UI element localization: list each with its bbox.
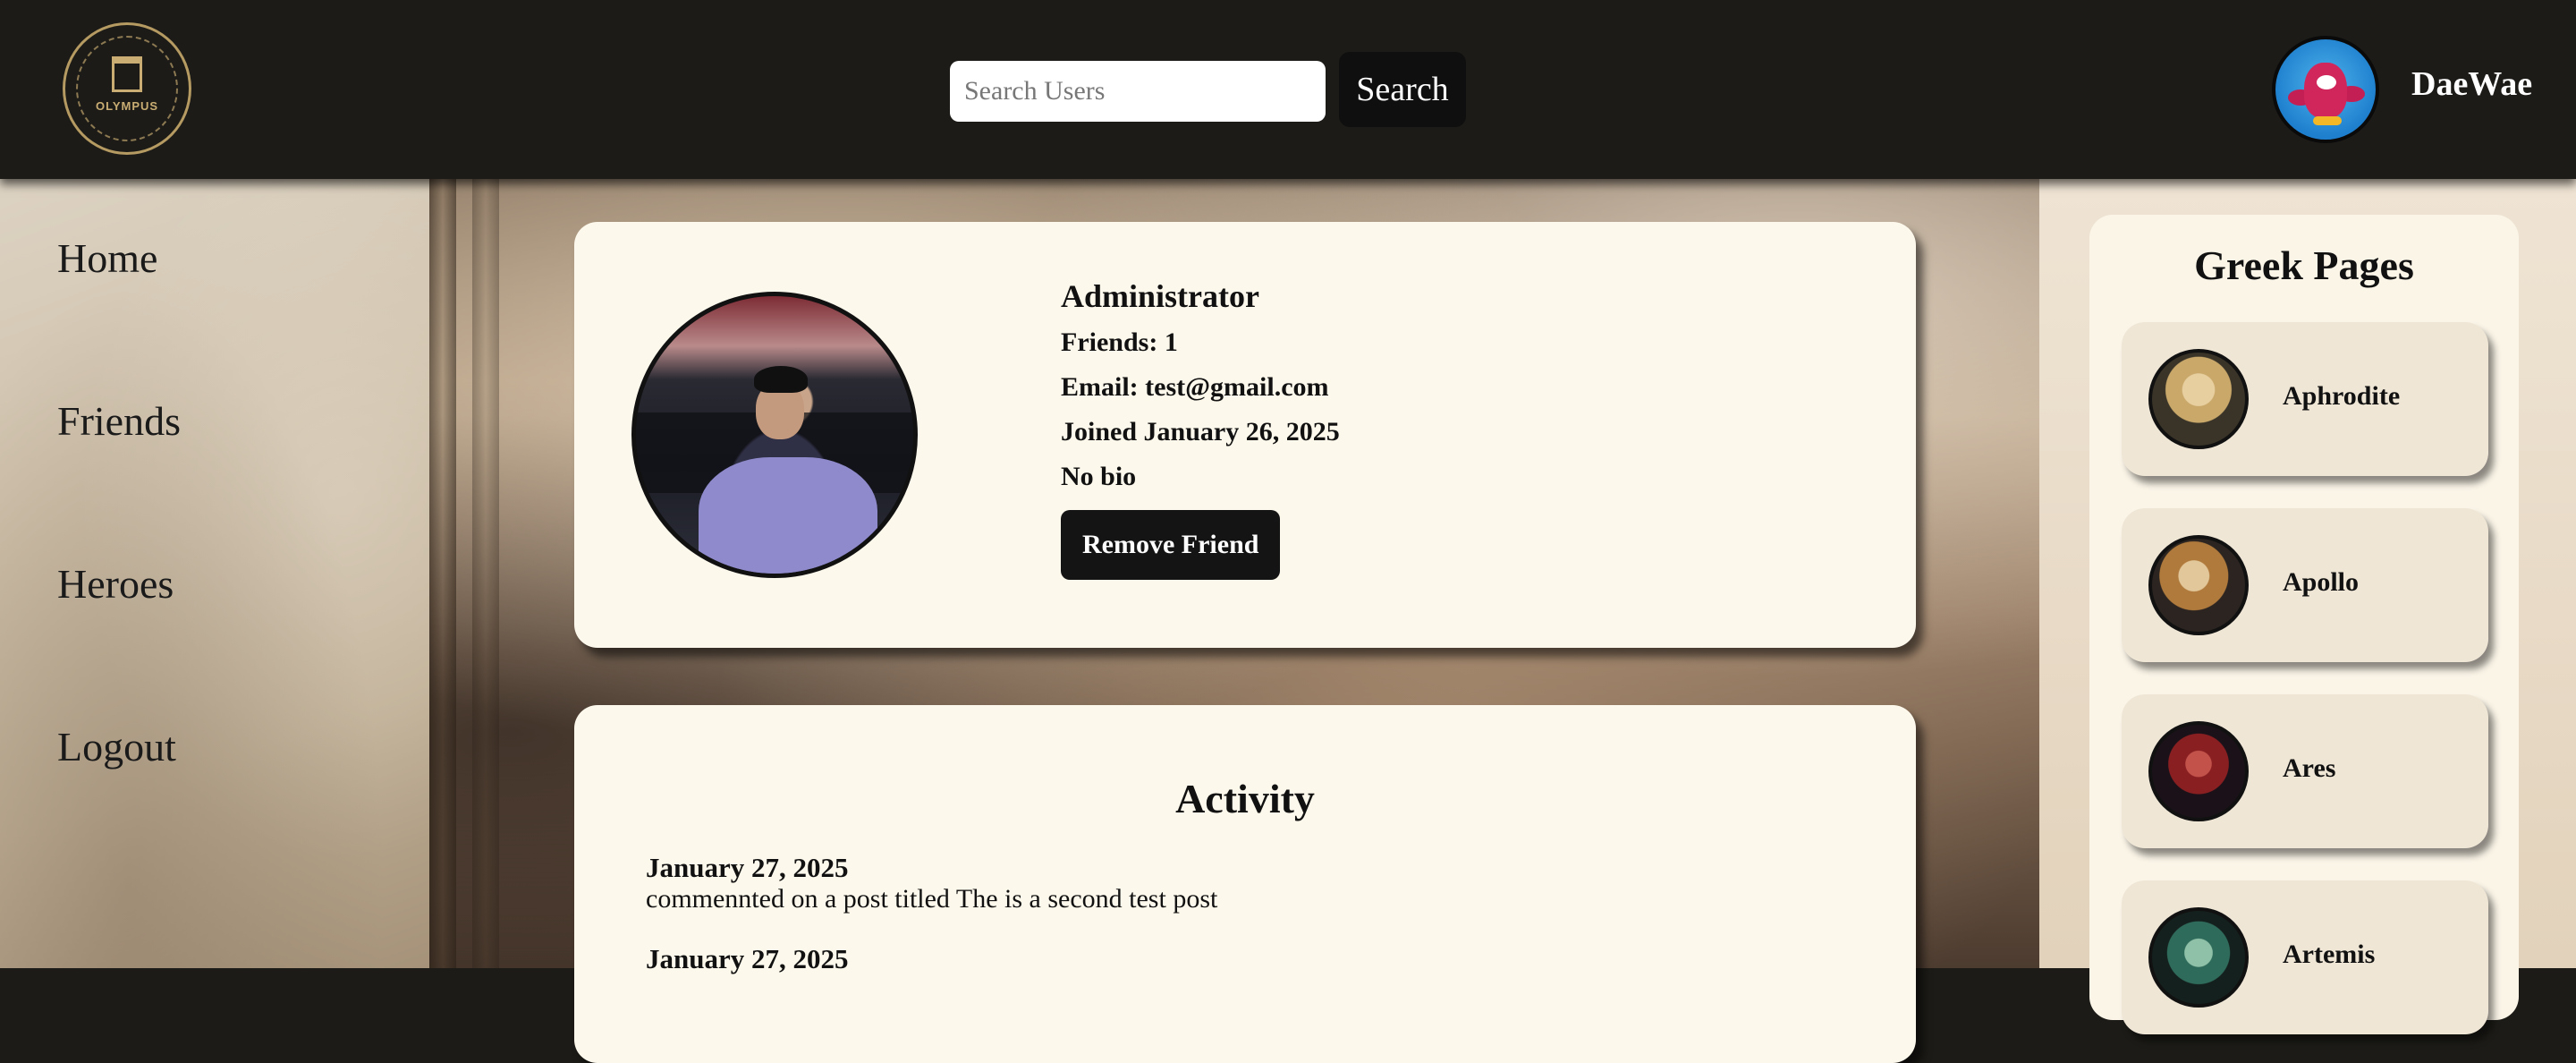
activity-card: Activity January 27, 2025 commennted on …	[574, 705, 1916, 1063]
sidebar-item-logout[interactable]: Logout	[57, 723, 176, 770]
photo-hair	[754, 366, 808, 393]
activity-title: Activity	[1175, 776, 1315, 821]
greek-page-aphrodite[interactable]: Aphrodite	[2122, 322, 2488, 476]
profile-info: Administrator Friends: 1 Email: test@gma…	[1061, 277, 1340, 580]
avatar-body	[2304, 63, 2347, 118]
search-button[interactable]: Search	[1339, 52, 1466, 127]
avatar-feet	[2313, 116, 2342, 125]
greek-page-label: Aphrodite	[2283, 381, 2401, 411]
activity-text: commennted on a post titled The is a sec…	[646, 884, 1218, 914]
top-navigation-bar: OLYMPUS Search DaeWae	[0, 0, 2576, 179]
activity-item: January 27, 2025	[646, 943, 849, 975]
profile-email: Email: test@gmail.com	[1061, 372, 1329, 402]
background-pillar	[472, 179, 499, 968]
user-avatar[interactable]	[2272, 36, 2379, 143]
activity-date: January 27, 2025	[646, 852, 849, 883]
greek-pages-title: Greek Pages	[2194, 242, 2414, 288]
olympus-logo[interactable]: OLYMPUS	[63, 22, 191, 155]
sidebar-item-friends[interactable]: Friends	[57, 397, 181, 445]
activity-item: January 27, 2025 commennted on a post ti…	[646, 852, 1217, 914]
profile-bio: No bio	[1061, 462, 1137, 491]
profile-photo	[631, 292, 918, 578]
background-pillar	[429, 179, 456, 968]
username-label[interactable]: DaeWae	[2411, 64, 2532, 104]
aphrodite-portrait-icon	[2148, 349, 2249, 449]
greek-pages-panel: Greek Pages Aphrodite Apollo Ares Artemi…	[2089, 215, 2519, 1034]
ares-portrait-icon	[2148, 721, 2249, 821]
apollo-portrait-icon	[2148, 535, 2249, 635]
activity-date: January 27, 2025	[646, 943, 849, 974]
greek-page-label: Apollo	[2283, 567, 2360, 597]
search-users-input[interactable]	[950, 61, 1326, 122]
avatar-face	[2317, 75, 2336, 89]
photo-shirt	[699, 457, 877, 574]
sidebar-item-heroes[interactable]: Heroes	[57, 560, 174, 608]
joined-date: Joined January 26, 2025	[1061, 417, 1340, 446]
logo-meander-ring	[76, 36, 178, 141]
sidebar-nav: Home Friends Heroes Logout	[0, 179, 429, 968]
profile-name: Administrator	[1061, 278, 1259, 314]
greek-page-label: Artemis	[2283, 940, 2376, 969]
profile-card: Administrator Friends: 1 Email: test@gma…	[574, 222, 1916, 648]
friends-count: Friends: 1	[1061, 327, 1178, 357]
artemis-portrait-icon	[2148, 907, 2249, 1008]
greek-page-apollo[interactable]: Apollo	[2122, 508, 2488, 662]
greek-page-ares[interactable]: Ares	[2122, 694, 2488, 848]
greek-page-artemis[interactable]: Artemis	[2122, 880, 2488, 1034]
sidebar-item-home[interactable]: Home	[57, 234, 157, 282]
remove-friend-button[interactable]: Remove Friend	[1061, 510, 1281, 580]
greek-page-label: Ares	[2283, 753, 2336, 783]
